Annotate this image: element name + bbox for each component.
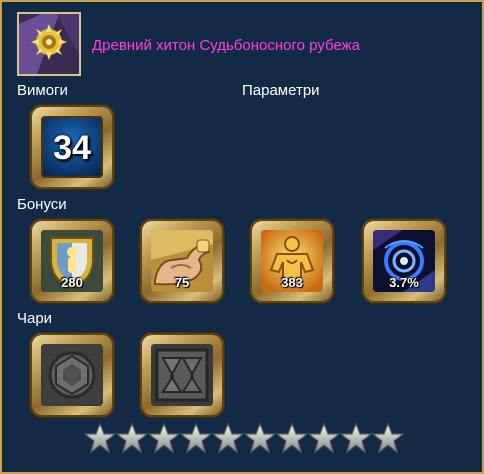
star-icon	[212, 422, 244, 454]
bonus-slot-strength[interactable]: 75	[140, 219, 224, 303]
star-icon	[148, 422, 180, 454]
bonus-slot-vortex[interactable]: 3.7%	[362, 219, 446, 303]
bonus-value: 383	[281, 275, 303, 290]
star-icon	[84, 422, 116, 454]
bonus-slot-stamina[interactable]: 383	[250, 219, 334, 303]
star-icon	[180, 422, 212, 454]
ancient-robe-icon[interactable]	[17, 12, 81, 76]
level-requirement-slot[interactable]: 34	[30, 105, 114, 189]
star-icon	[244, 422, 276, 454]
star-icon	[340, 422, 372, 454]
parameters-label: Параметри	[242, 82, 320, 99]
star-icon	[372, 422, 404, 454]
required-level: 34	[53, 129, 91, 167]
item-name: Древний хитон Судьбоносного рубежа	[92, 37, 360, 54]
bonus-value: 280	[61, 275, 83, 290]
item-tooltip-panel: Древний хитон Судьбоносного рубежа Вимог…	[0, 0, 484, 474]
star-icon	[116, 422, 148, 454]
bonus-slot-defense[interactable]: 280	[30, 219, 114, 303]
charms-label: Чари	[17, 310, 53, 327]
star-rating	[84, 422, 404, 456]
star-icon	[276, 422, 308, 454]
charm-slot-1[interactable]	[30, 333, 114, 417]
requirements-label: Вимоги	[17, 82, 68, 99]
bonus-value: 3.7%	[389, 275, 419, 290]
level-requirement-icon: 34	[41, 116, 103, 178]
empty-charm-slot-icon	[151, 344, 213, 406]
empty-charm-slot-icon	[41, 344, 103, 406]
star-icon	[308, 422, 340, 454]
bonus-value: 75	[174, 275, 190, 290]
charm-slot-2[interactable]	[140, 333, 224, 417]
bonuses-label: Бонуси	[17, 196, 67, 213]
